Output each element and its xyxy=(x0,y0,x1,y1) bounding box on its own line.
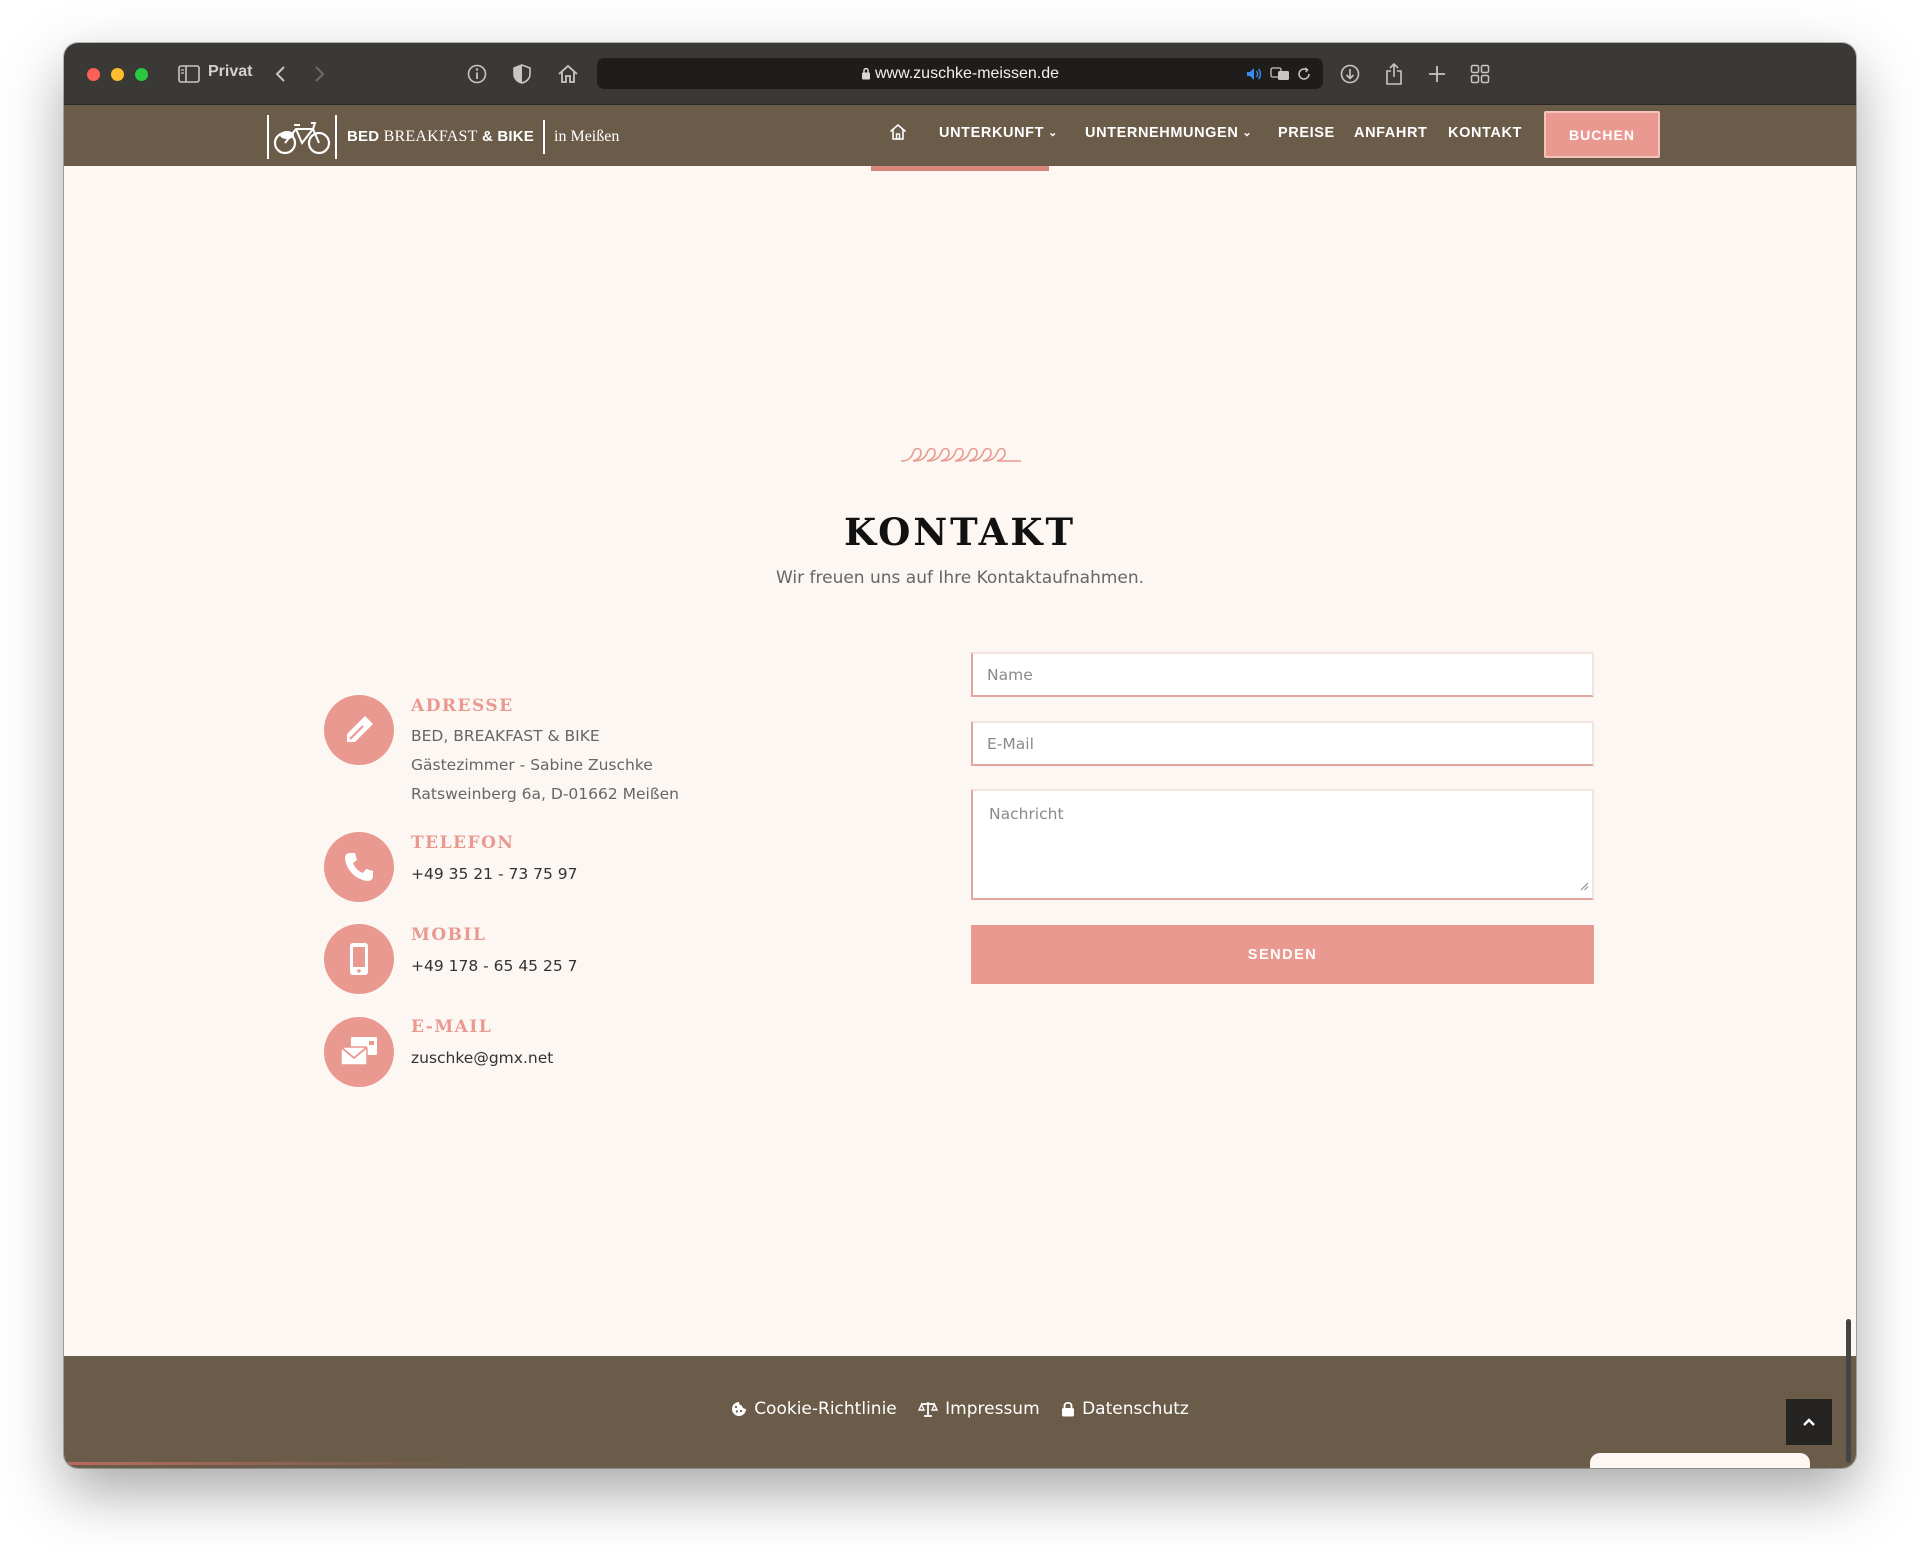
url-text: www.zuschke-meissen.de xyxy=(874,65,1060,82)
lock-icon xyxy=(1062,1401,1075,1417)
info-icon[interactable] xyxy=(465,61,489,87)
info-title-mobil: MOBIL xyxy=(411,925,487,945)
footer-link-datenschutz[interactable]: Datenschutz xyxy=(1061,1399,1189,1419)
resize-handle-icon[interactable] xyxy=(1580,876,1589,895)
cookie-banner-tab[interactable] xyxy=(1590,1453,1810,1468)
nav-home-icon[interactable] xyxy=(889,123,907,145)
buchen-button[interactable]: BUCHEN xyxy=(1544,111,1660,158)
page-subtitle: Wir freuen uns auf Ihre Kontaktaufnahmen… xyxy=(775,568,1145,588)
lock-icon xyxy=(861,67,871,85)
chevron-up-icon xyxy=(1803,1418,1815,1426)
address-line: Ratsweinberg 6a, D-01662 Meißen xyxy=(411,785,679,803)
new-tab-icon[interactable] xyxy=(1425,61,1449,87)
decorative-squiggle-icon xyxy=(899,443,1023,471)
message-textarea[interactable] xyxy=(973,791,1592,898)
footer-link-impressum[interactable]: Impressum xyxy=(918,1399,1040,1419)
info-title-adresse: ADRESSE xyxy=(411,696,514,716)
logo-name: BED BREAKFAST & BIKE xyxy=(347,128,534,146)
info-title-telefon: TELEFON xyxy=(411,833,515,853)
browser-toolbar: Privat www.zuschke-meissen.de xyxy=(64,43,1856,105)
share-icon[interactable] xyxy=(1382,61,1406,87)
browser-window: Privat www.zuschke-meissen.de BED BREAKF… xyxy=(64,43,1856,1468)
active-nav-indicator xyxy=(871,166,1049,171)
forward-icon[interactable] xyxy=(310,61,330,87)
private-mode-label: Privat xyxy=(208,63,253,80)
email-input[interactable] xyxy=(973,723,1592,764)
cookie-icon xyxy=(732,1402,747,1416)
downloads-icon[interactable] xyxy=(1338,61,1362,87)
nav-item-unterkunft[interactable]: UNTERKUNFT ⌄ xyxy=(939,125,1058,141)
bike-logo-icon xyxy=(267,115,337,159)
privacy-shield-icon[interactable] xyxy=(510,61,534,87)
home-browser-icon[interactable] xyxy=(555,61,581,87)
logo-name-part3: & BIKE xyxy=(477,128,535,145)
nav-item-kontakt[interactable]: KONTAKT xyxy=(1448,125,1522,141)
phone-icon xyxy=(324,832,394,902)
scale-icon xyxy=(918,1402,939,1417)
email-field[interactable] xyxy=(971,721,1594,766)
nav-item-anfahrt[interactable]: ANFAHRT xyxy=(1354,125,1427,141)
logo-city: in Meißen xyxy=(554,128,620,145)
nav-item-preise[interactable]: PREISE xyxy=(1278,125,1335,141)
reload-icon[interactable] xyxy=(1295,61,1313,87)
scrollbar[interactable] xyxy=(1846,1319,1851,1463)
message-field[interactable] xyxy=(971,789,1594,900)
address-line: BED, BREAKFAST & BIKE xyxy=(411,727,600,745)
pen-icon xyxy=(324,695,394,765)
name-input[interactable] xyxy=(973,654,1592,695)
logo-name-part1: BED xyxy=(347,128,384,145)
senden-button[interactable]: SENDEN xyxy=(971,925,1594,984)
footer-link-cookie[interactable]: Cookie-Richtlinie xyxy=(731,1399,897,1419)
address-bar[interactable]: www.zuschke-meissen.de xyxy=(597,58,1323,89)
site-logo[interactable]: BED BREAKFAST & BIKE in Meißen xyxy=(267,113,619,161)
nav-label-unterkunft: UNTERKUNFT xyxy=(939,125,1045,141)
email-address[interactable]: zuschke@gmx.net xyxy=(411,1049,553,1067)
tab-overview-icon[interactable] xyxy=(1468,61,1492,87)
envelope-icon xyxy=(324,1017,394,1087)
translate-icon[interactable] xyxy=(1269,61,1291,87)
minimize-window-button[interactable] xyxy=(111,68,124,81)
zoom-window-button[interactable] xyxy=(135,68,148,81)
name-field[interactable] xyxy=(971,652,1594,697)
scroll-to-top-button[interactable] xyxy=(1786,1399,1832,1445)
chevron-down-icon: ⌄ xyxy=(1242,127,1253,139)
footer-link-label: Cookie-Richtlinie xyxy=(754,1399,897,1419)
info-title-email: E-MAIL xyxy=(411,1017,493,1037)
nav-label-unternehmungen: UNTERNEHMUNGEN xyxy=(1085,125,1239,141)
mobile-number[interactable]: +49 178 - 65 45 25 7 xyxy=(411,957,577,975)
audio-icon[interactable] xyxy=(1245,61,1263,87)
phone-number[interactable]: +49 35 21 - 73 75 97 xyxy=(411,865,577,883)
footer-links: Cookie-Richtlinie Impressum Datenschutz xyxy=(64,1399,1856,1422)
page-title: KONTAKT xyxy=(843,510,1077,554)
address-line: Gästezimmer - Sabine Zuschke xyxy=(411,756,653,774)
footer-link-label: Datenschutz xyxy=(1082,1399,1189,1419)
close-window-button[interactable] xyxy=(87,68,100,81)
logo-divider xyxy=(543,120,546,154)
nav-item-unternehmungen[interactable]: UNTERNEHMUNGEN ⌄ xyxy=(1085,125,1252,141)
footer-link-label: Impressum xyxy=(945,1399,1040,1419)
mobile-icon xyxy=(324,924,394,994)
back-icon[interactable] xyxy=(270,61,290,87)
sidebar-toggle-icon[interactable] xyxy=(176,61,202,87)
logo-name-part2: BREAKFAST xyxy=(383,128,478,145)
footer-accent-strip xyxy=(64,1462,464,1465)
chevron-down-icon: ⌄ xyxy=(1048,127,1058,139)
